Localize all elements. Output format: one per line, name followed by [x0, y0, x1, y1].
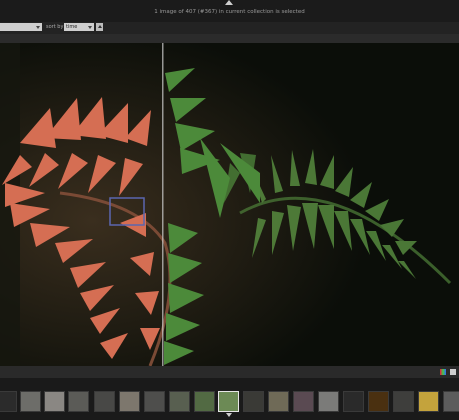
filmstrip-thumbnail[interactable]	[443, 391, 459, 412]
chevron-down-icon	[88, 26, 92, 29]
toolbar-separator	[0, 34, 459, 43]
filmstrip-thumbnail[interactable]	[343, 391, 364, 412]
view-mode-icon[interactable]	[450, 369, 456, 375]
filmstrip-thumbnail-selected[interactable]	[218, 391, 239, 412]
sort-select[interactable]: time	[64, 23, 94, 31]
filmstrip-thumbnail[interactable]	[393, 391, 414, 412]
image-viewer[interactable]	[0, 43, 459, 366]
chevron-down-icon	[36, 26, 40, 29]
filmstrip-thumbnail[interactable]	[194, 391, 215, 412]
filmstrip-thumbnail[interactable]	[144, 391, 165, 412]
filmstrip-thumbnail[interactable]	[243, 391, 264, 412]
filmstrip-thumbnail[interactable]	[94, 391, 115, 412]
triangle-up-icon[interactable]	[225, 0, 233, 5]
filmstrip-thumbnail[interactable]	[44, 391, 65, 412]
filmstrip-thumbnail[interactable]	[418, 391, 439, 412]
filmstrip-thumbnail[interactable]	[293, 391, 314, 412]
filmstrip-thumbnail[interactable]	[20, 391, 41, 412]
triangle-down-icon[interactable]	[226, 413, 232, 417]
filmstrip-thumbnail[interactable]	[318, 391, 339, 412]
filmstrip-thumbnail[interactable]	[169, 391, 190, 412]
collection-select[interactable]	[0, 23, 42, 31]
selection-status-text: 1 image of 407 (#367) in current collect…	[154, 9, 305, 15]
filmstrip-thumbnail[interactable]	[268, 391, 289, 412]
color-label-icon[interactable]	[440, 369, 446, 375]
filmstrip-thumbnail[interactable]	[119, 391, 140, 412]
sort-direction-icon[interactable]	[96, 23, 103, 31]
fern-image	[0, 43, 459, 366]
filmstrip-thumbnail[interactable]	[368, 391, 389, 412]
before-after-divider	[162, 43, 164, 366]
sort-by-label: sort by	[46, 24, 64, 30]
bottom-panel	[0, 366, 459, 378]
sort-select-value: time	[66, 24, 78, 30]
top-panel: 1 image of 407 (#367) in current collect…	[0, 0, 459, 22]
filmstrip-thumbnail[interactable]	[68, 391, 89, 412]
toolbar: sort by time	[0, 22, 459, 34]
filmstrip-thumbnail[interactable]	[0, 391, 17, 412]
